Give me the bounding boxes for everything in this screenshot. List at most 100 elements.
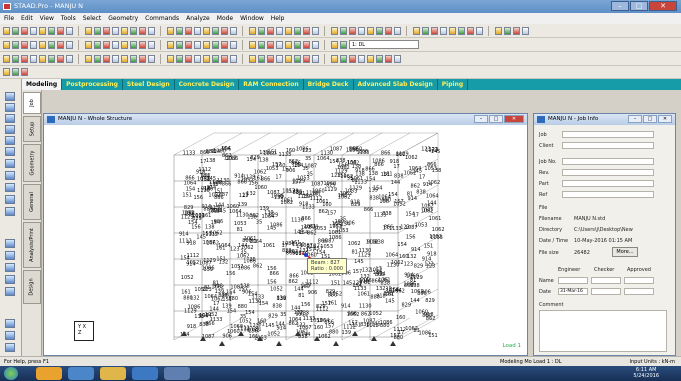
toolbar-button-icon[interactable] bbox=[303, 26, 310, 35]
page-control-icon[interactable] bbox=[5, 103, 15, 112]
toolbar-button-icon[interactable] bbox=[57, 40, 64, 49]
page-control-icon[interactable] bbox=[5, 125, 15, 134]
checker-date-field[interactable] bbox=[591, 288, 621, 295]
tab-bridge-deck[interactable]: Bridge Deck bbox=[304, 79, 354, 90]
toolbar-button-icon[interactable] bbox=[48, 26, 55, 35]
toolbar-button-icon[interactable] bbox=[349, 54, 356, 63]
toolbar-button-icon[interactable] bbox=[185, 26, 192, 35]
toolbar-button-icon[interactable] bbox=[312, 40, 319, 49]
toolbar-button-icon[interactable] bbox=[57, 26, 64, 35]
toolbar-button-icon[interactable] bbox=[449, 26, 456, 35]
page-control-icon[interactable] bbox=[5, 251, 15, 260]
taskbar-ie-icon[interactable] bbox=[68, 367, 94, 380]
taskbar-explorer-icon[interactable] bbox=[100, 367, 126, 380]
toolbar-button-icon[interactable] bbox=[176, 54, 183, 63]
toolbar-button-icon[interactable] bbox=[230, 54, 237, 63]
tab-ram-connection[interactable]: RAM Connection bbox=[239, 79, 304, 90]
menu-help[interactable]: Help bbox=[271, 13, 285, 24]
menu-commands[interactable]: Commands bbox=[145, 13, 179, 24]
client-field[interactable] bbox=[562, 142, 654, 149]
toolbar-button-icon[interactable] bbox=[458, 26, 465, 35]
viewport-minimize-button[interactable]: – bbox=[474, 115, 488, 123]
comment-field[interactable] bbox=[539, 310, 667, 352]
toolbar-button-icon[interactable] bbox=[249, 40, 256, 49]
page-control-icon[interactable] bbox=[5, 287, 15, 296]
toolbar-button-icon[interactable] bbox=[139, 54, 146, 63]
menu-tools[interactable]: Tools bbox=[61, 13, 76, 24]
toolbar-button-icon[interactable] bbox=[66, 54, 73, 63]
toolbar-button-icon[interactable] bbox=[185, 54, 192, 63]
toolbar-button-icon[interactable] bbox=[85, 54, 92, 63]
toolbar-button-icon[interactable] bbox=[358, 54, 365, 63]
toolbar-button-icon[interactable] bbox=[66, 40, 73, 49]
toolbar-button-icon[interactable] bbox=[230, 40, 237, 49]
menu-file[interactable]: File bbox=[4, 13, 14, 24]
tab-concrete-design[interactable]: Concrete Design bbox=[175, 79, 240, 90]
menu-select[interactable]: Select bbox=[83, 13, 102, 24]
toolbar-button-icon[interactable] bbox=[39, 54, 46, 63]
more-button[interactable]: More... bbox=[612, 247, 638, 257]
toolbar-button-icon[interactable] bbox=[121, 40, 128, 49]
toolbar-button-icon[interactable] bbox=[112, 26, 119, 35]
side-tab-job[interactable]: Job bbox=[23, 92, 41, 114]
toolbar-button-icon[interactable] bbox=[212, 54, 219, 63]
toolbar-button-icon[interactable] bbox=[176, 26, 183, 35]
taskbar-word-icon[interactable] bbox=[132, 367, 158, 380]
toolbar-button-icon[interactable] bbox=[267, 40, 274, 49]
page-control-icon[interactable] bbox=[5, 319, 15, 328]
structure-viewport[interactable]: MANJU N - Whole Structure – □ ✕ 1060 1052… bbox=[43, 113, 528, 356]
tab-steel-design[interactable]: Steel Design bbox=[123, 79, 175, 90]
toolbar-button-icon[interactable] bbox=[385, 26, 392, 35]
toolbar-button-icon[interactable] bbox=[276, 26, 283, 35]
toolbar-button-icon[interactable] bbox=[85, 26, 92, 35]
side-tab-setup[interactable]: Setup bbox=[23, 116, 41, 142]
toolbar-button-icon[interactable] bbox=[249, 54, 256, 63]
page-control-icon[interactable] bbox=[5, 331, 15, 340]
toolbar-button-icon[interactable] bbox=[440, 26, 447, 35]
toolbar-button-icon[interactable] bbox=[12, 26, 19, 35]
toolbar-button-icon[interactable] bbox=[66, 26, 73, 35]
toolbar-button-icon[interactable] bbox=[21, 26, 28, 35]
toolbar-button-icon[interactable] bbox=[85, 40, 92, 49]
toolbar-button-icon[interactable] bbox=[221, 54, 228, 63]
job-field[interactable] bbox=[562, 131, 654, 138]
toolbar-button-icon[interactable] bbox=[39, 40, 46, 49]
toolbar-button-icon[interactable] bbox=[203, 40, 210, 49]
toolbar-button-icon[interactable] bbox=[148, 40, 155, 49]
side-tab-analysis-print[interactable]: Analysis/Print bbox=[23, 222, 41, 268]
toolbar-button-icon[interactable] bbox=[48, 40, 55, 49]
toolbar-button-icon[interactable] bbox=[394, 26, 401, 35]
page-control-icon[interactable] bbox=[5, 171, 15, 180]
part-field[interactable] bbox=[562, 180, 654, 187]
viewport-restore-button[interactable]: □ bbox=[489, 115, 503, 123]
toolbar-button-icon[interactable] bbox=[112, 40, 119, 49]
toolbar-button-icon[interactable] bbox=[212, 26, 219, 35]
maximize-button[interactable]: □ bbox=[630, 1, 648, 11]
toolbar-button-icon[interactable] bbox=[12, 68, 19, 76]
toolbar-button-icon[interactable] bbox=[30, 40, 37, 49]
menu-edit[interactable]: Edit bbox=[21, 13, 33, 24]
tab-modeling[interactable]: Modeling bbox=[22, 79, 63, 90]
toolbar-button-icon[interactable] bbox=[94, 54, 101, 63]
toolbar-button-icon[interactable] bbox=[249, 26, 256, 35]
approved-date-field[interactable] bbox=[624, 288, 654, 295]
ref-field[interactable] bbox=[562, 191, 654, 198]
toolbar-button-icon[interactable] bbox=[504, 26, 511, 35]
toolbar-button-icon[interactable] bbox=[258, 26, 265, 35]
toolbar-button-icon[interactable] bbox=[276, 40, 283, 49]
toolbar-button-icon[interactable] bbox=[340, 26, 347, 35]
toolbar-button-icon[interactable] bbox=[139, 40, 146, 49]
toolbar-button-icon[interactable] bbox=[12, 40, 19, 49]
toolbar-button-icon[interactable] bbox=[121, 26, 128, 35]
toolbar-button-icon[interactable] bbox=[203, 54, 210, 63]
toolbar-button-icon[interactable] bbox=[349, 26, 356, 35]
toolbar-button-icon[interactable] bbox=[167, 40, 174, 49]
start-button[interactable] bbox=[4, 367, 18, 380]
toolbar-button-icon[interactable] bbox=[340, 54, 347, 63]
side-tab-general[interactable]: General bbox=[23, 184, 41, 220]
toolbar-button-icon[interactable] bbox=[148, 26, 155, 35]
toolbar-button-icon[interactable] bbox=[21, 40, 28, 49]
toolbar-button-icon[interactable] bbox=[431, 26, 438, 35]
toolbar-button-icon[interactable] bbox=[139, 26, 146, 35]
toolbar-button-icon[interactable] bbox=[221, 40, 228, 49]
